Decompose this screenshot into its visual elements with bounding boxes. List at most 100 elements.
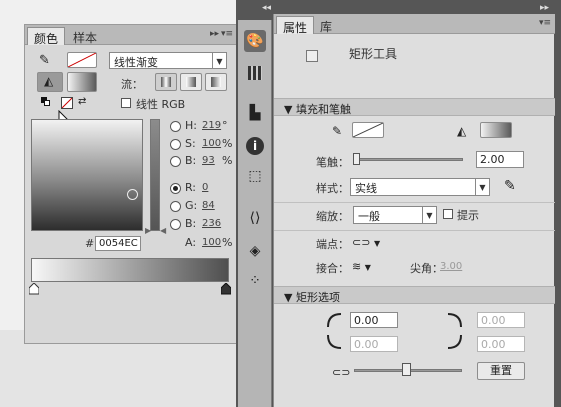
gradient-preview-bar[interactable]	[31, 258, 229, 282]
hint-checkbox[interactable]	[443, 209, 453, 219]
radio-g[interactable]	[170, 201, 181, 212]
panel-menu-icon[interactable]: ▾≡	[539, 18, 551, 28]
chevron-down-icon: ▼	[212, 53, 226, 68]
edit-style-pencil-icon[interactable]: ✎	[504, 178, 516, 194]
s-value[interactable]: 100	[202, 138, 221, 149]
s-label: S:	[185, 137, 196, 150]
round-cap-icon: ⊂⊃	[352, 236, 371, 249]
collapse-icon[interactable]: ▸▸	[210, 29, 219, 39]
collapse-left-icon[interactable]: ◂◂	[262, 3, 271, 13]
style-label: 样式：	[316, 182, 349, 195]
align-icon[interactable]: ▙	[244, 102, 266, 124]
gradient-type-value: 线性渐变	[114, 56, 158, 69]
fill-color-swatch[interactable]	[480, 122, 512, 138]
corner-radius-tr-input[interactable]: 0.00	[477, 312, 525, 328]
h-label: H:	[185, 119, 197, 132]
join-style-button[interactable]: ≋ ▼	[352, 260, 371, 273]
pencil-icon: ✎	[332, 124, 343, 138]
radio-h[interactable]	[170, 121, 181, 132]
scale-label: 缩放：	[316, 210, 349, 223]
scale-dropdown[interactable]: 一般 ▼	[353, 206, 437, 224]
radio-s[interactable]	[170, 139, 181, 150]
expand-right-icon[interactable]: ▸▸	[540, 3, 549, 13]
tab-color[interactable]: 颜色	[27, 27, 66, 46]
stroke-slider-thumb[interactable]	[353, 153, 360, 165]
tool-name: 矩形工具	[349, 47, 398, 61]
tab-properties[interactable]: 属性	[276, 16, 315, 35]
motion-presets-icon[interactable]: ⁘	[244, 270, 266, 292]
r-value[interactable]: 0	[202, 182, 208, 193]
corner-radius-br-input[interactable]: 0.00	[477, 336, 525, 352]
reset-button[interactable]: 重置	[477, 362, 525, 380]
swatches-grid-icon[interactable]	[244, 62, 266, 84]
miter-value[interactable]: 3.00	[440, 261, 462, 272]
fill-color-swatch[interactable]	[67, 72, 97, 92]
corner-radius-tl-input[interactable]: 0.00	[350, 312, 398, 328]
code-snippet-icon[interactable]: ⟨⟩	[244, 207, 266, 229]
stroke-label: 笔触：	[316, 156, 349, 169]
paint-bucket-icon: ◭	[457, 124, 467, 138]
panel-menu-icon[interactable]: ▾≡	[221, 29, 233, 39]
alpha-value[interactable]: 100	[202, 237, 221, 248]
corner-top-right-icon	[447, 313, 462, 328]
panel-icon-strip: 🎨 ▙ i ⬚ ⟨⟩ ◈ ⁘	[238, 20, 272, 407]
g-value[interactable]: 84	[202, 200, 215, 211]
h-value[interactable]: 219	[202, 120, 221, 131]
gradient-stop-right[interactable]	[221, 283, 231, 295]
fill-stroke-section-header[interactable]: ▼ 填充和笔触	[274, 98, 555, 116]
tab-swatches[interactable]: 样本	[67, 27, 103, 45]
linear-rgb-checkbox[interactable]	[121, 98, 131, 108]
join-label: 接合：	[316, 262, 349, 275]
alpha-unit: %	[222, 236, 233, 249]
hex-label: #	[85, 237, 95, 250]
blue-value[interactable]: 236	[202, 218, 221, 229]
stroke-style-dropdown[interactable]: 实线 ▼	[350, 178, 490, 196]
radio-b[interactable]	[170, 156, 181, 167]
rect-options-section-header[interactable]: ▼ 矩形选项	[274, 286, 555, 304]
gradient-stop-left[interactable]	[29, 283, 39, 295]
flow-label: 流：	[121, 78, 143, 91]
b-label: B:	[185, 154, 197, 167]
tab-library[interactable]: 库	[314, 16, 338, 34]
b-unit: %	[222, 154, 233, 167]
hex-input[interactable]: 0054EC	[95, 236, 141, 251]
swap-colors-icon[interactable]: ⇄	[78, 96, 86, 107]
link-chain-icon[interactable]: ⊂⊃	[332, 366, 350, 379]
radio-blue[interactable]	[170, 219, 181, 230]
color-picker-area[interactable]	[31, 119, 143, 231]
picker-handle[interactable]	[127, 189, 138, 200]
no-color-icon[interactable]	[61, 97, 73, 109]
stroke-slider-track[interactable]	[353, 158, 463, 161]
no-color-diagonal-icon	[352, 122, 384, 138]
gradient-type-dropdown[interactable]: 线性渐变 ▼	[109, 52, 227, 69]
color-palette-icon[interactable]: 🎨	[244, 30, 266, 52]
transform-icon[interactable]: ⬚	[244, 165, 266, 187]
corner-top-left-icon	[327, 313, 342, 328]
info-icon[interactable]: i	[244, 135, 266, 157]
corner-radius-bl-input[interactable]: 0.00	[350, 336, 398, 352]
fill-bucket-button[interactable]: ◭	[37, 72, 63, 92]
s-unit: %	[222, 137, 233, 150]
cap-style-button[interactable]: ⊂⊃ ▼	[352, 236, 380, 249]
b-value[interactable]: 93	[202, 155, 215, 166]
brightness-slider[interactable]	[150, 119, 160, 231]
default-colors-icon[interactable]	[41, 97, 51, 107]
stroke-color-swatch[interactable]	[67, 52, 97, 68]
components-icon[interactable]: ◈	[244, 240, 266, 262]
flow-extend-button[interactable]	[155, 73, 177, 91]
flow-repeat-button[interactable]	[205, 73, 227, 91]
color-panel: 颜色 样本 ▸▸ ▾≡ ✎ ◭ ⇄ 线性渐变 ▼ 流： 线性 RGB ▶ ◀ H…	[24, 24, 238, 344]
slider-arrow-icon-right: ◀	[160, 226, 167, 235]
radio-r[interactable]	[170, 183, 181, 194]
h-unit: °	[222, 119, 228, 132]
corner-bottom-right-icon	[447, 334, 462, 349]
stroke-width-input[interactable]: 2.00	[476, 151, 524, 168]
cap-label: 端点：	[316, 238, 349, 251]
stroke-color-swatch[interactable]	[352, 122, 384, 138]
g-label: G:	[185, 199, 198, 212]
pencil-icon: ✎	[39, 53, 50, 68]
alpha-label: A:	[185, 236, 197, 249]
flow-reflect-button[interactable]	[180, 73, 202, 91]
round-join-icon: ≋	[352, 260, 362, 273]
corner-slider-thumb[interactable]	[402, 363, 411, 376]
